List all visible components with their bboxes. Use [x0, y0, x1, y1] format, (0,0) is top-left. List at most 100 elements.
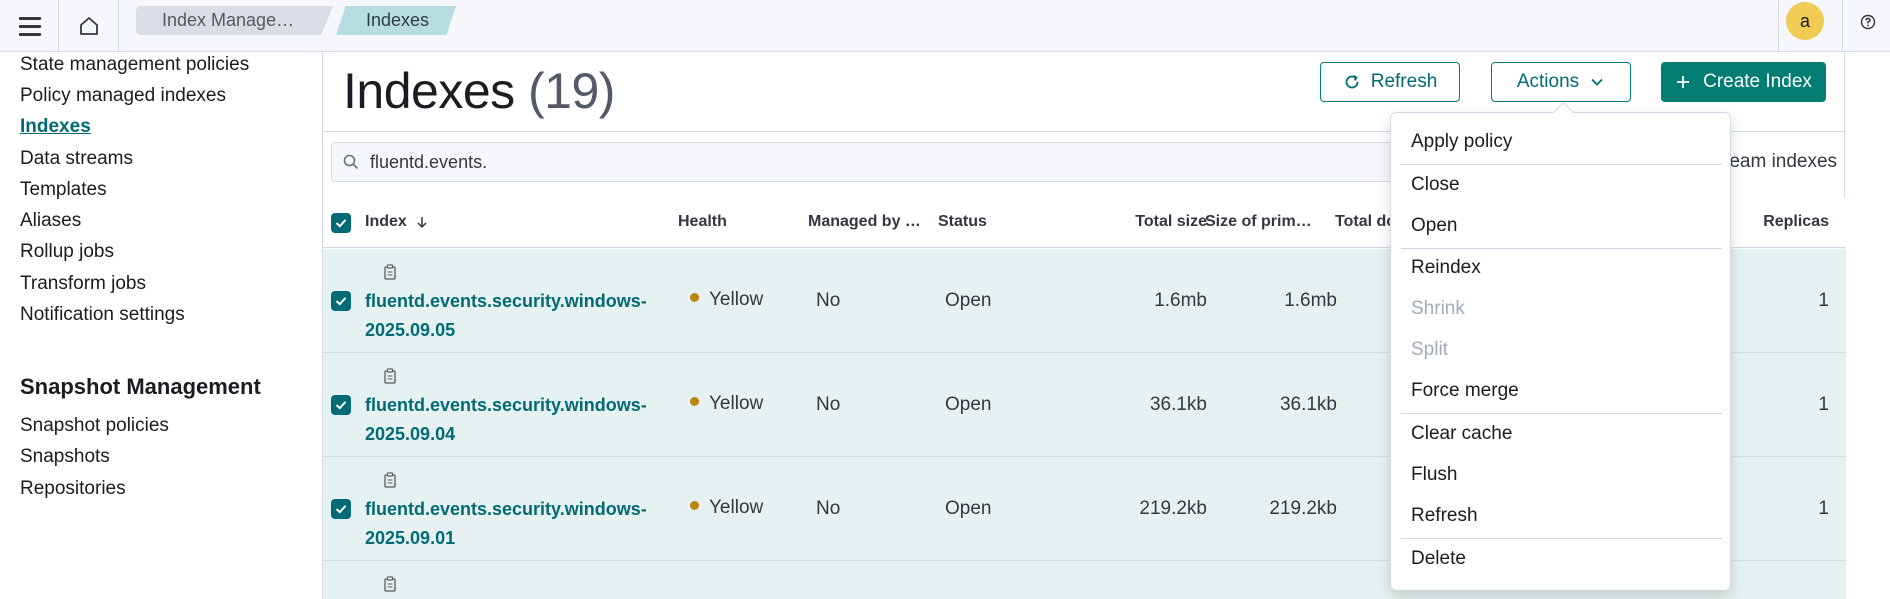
sidebar-item-indexes[interactable]: Indexes [20, 116, 91, 138]
refresh-button[interactable]: Refresh [1320, 62, 1460, 102]
menu-divider [1401, 248, 1722, 249]
primary-size-cell: 1.6mb [1284, 290, 1337, 311]
index-name-line: 2025.09.01 [365, 528, 456, 548]
help-icon[interactable] [1856, 10, 1880, 34]
health-dot-icon [690, 397, 699, 407]
copy-icon[interactable] [383, 576, 397, 592]
copy-icon[interactable] [383, 368, 397, 384]
row-checkbox[interactable] [331, 499, 351, 519]
sidebar-item-aliases[interactable]: Aliases [20, 210, 81, 232]
menu-item-apply-policy[interactable]: Apply policy [1411, 131, 1512, 153]
menu-item-shrink: Shrink [1411, 298, 1465, 319]
search-input[interactable]: fluentd.events. [331, 142, 1431, 182]
column-header-total-documents[interactable]: Total do [1335, 213, 1396, 231]
row-checkbox[interactable] [331, 291, 351, 311]
menu-item-split: Split [1411, 339, 1448, 360]
health-cell: Yellow [690, 497, 763, 519]
check-icon [335, 219, 347, 228]
status-cell: Open [945, 394, 992, 415]
sidebar-item-transform-jobs[interactable]: Transform jobs [20, 273, 146, 295]
replicas-cell: 1 [1818, 498, 1829, 519]
sidebar-item-state-management-policies[interactable]: State management policies [20, 54, 249, 76]
index-name-link[interactable]: fluentd.events.security.windows- 2025.09… [365, 495, 647, 553]
home-icon[interactable] [74, 8, 104, 44]
page-title: Indexes (19) [343, 62, 615, 120]
breadcrumb-indexes: Indexes [336, 6, 456, 35]
snapshot-management-heading: Snapshot Management [20, 374, 261, 399]
sidebar-item-templates[interactable]: Templates [20, 179, 107, 201]
create-index-button[interactable]: Create Index [1661, 62, 1826, 102]
refresh-icon [1345, 75, 1359, 89]
search-icon [343, 154, 359, 170]
top-header: Index Manage… Indexes a [0, 0, 1890, 52]
check-icon [335, 505, 347, 514]
health-value: Yellow [709, 289, 764, 310]
actions-button[interactable]: Actions [1491, 62, 1631, 102]
select-all-checkbox[interactable] [331, 213, 351, 233]
column-header-managed-by[interactable]: Managed by … [808, 213, 921, 231]
health-cell: Yellow [690, 393, 763, 415]
create-index-label: Create Index [1703, 71, 1812, 92]
column-header-size-of-primaries[interactable]: Size of prim… [1205, 213, 1312, 231]
menu-divider [1401, 538, 1722, 539]
refresh-label: Refresh [1370, 71, 1438, 92]
column-header-health[interactable]: Health [678, 213, 727, 231]
managed-cell: No [816, 498, 841, 519]
check-icon [335, 297, 347, 306]
header-divider [118, 0, 119, 52]
status-cell: Open [945, 498, 992, 519]
index-name-line: fluentd.events.security.windows- [365, 291, 647, 311]
sidebar-item-rollup-jobs[interactable]: Rollup jobs [20, 241, 114, 263]
sidebar: State management policies Policy managed… [0, 52, 322, 599]
column-header-total-size[interactable]: Total size [1063, 213, 1207, 231]
header-divider [1778, 0, 1779, 52]
sidebar-item-snapshot-policies[interactable]: Snapshot policies [20, 415, 169, 437]
search-value: fluentd.events. [370, 152, 488, 172]
sidebar-item-notification-settings[interactable]: Notification settings [20, 304, 185, 326]
primary-size-cell: 219.2kb [1269, 498, 1337, 519]
row-checkbox[interactable] [331, 395, 351, 415]
menu-item-close[interactable]: Close [1411, 174, 1460, 196]
menu-item-refresh[interactable]: Refresh [1411, 505, 1478, 527]
copy-icon[interactable] [383, 472, 397, 488]
copy-icon[interactable] [383, 264, 397, 280]
index-name-line: 2025.09.05 [365, 320, 456, 340]
health-dot-icon [690, 501, 699, 511]
plus-icon [1677, 76, 1690, 88]
menu-icon[interactable] [12, 8, 48, 44]
sidebar-item-repositories[interactable]: Repositories [20, 478, 126, 500]
column-header-index[interactable]: Index [365, 213, 429, 231]
menu-item-open[interactable]: Open [1411, 215, 1457, 237]
actions-label: Actions [1516, 71, 1580, 92]
replicas-cell: 1 [1818, 290, 1829, 311]
menu-item-reindex[interactable]: Reindex [1411, 257, 1481, 279]
menu-item-force-merge[interactable]: Force merge [1411, 380, 1519, 402]
sidebar-item-snapshots[interactable]: Snapshots [20, 446, 110, 468]
menu-divider [1401, 164, 1722, 165]
health-value: Yellow [709, 497, 764, 518]
replicas-cell: 1 [1818, 394, 1829, 415]
show-data-stream-indexes-toggle[interactable]: ream indexes [1723, 151, 1837, 173]
managed-cell: No [816, 290, 841, 311]
health-value: Yellow [709, 393, 764, 414]
health-cell: Yellow [690, 289, 763, 311]
avatar[interactable]: a [1786, 2, 1824, 40]
header-divider [58, 0, 59, 52]
menu-item-flush[interactable]: Flush [1411, 464, 1457, 486]
menu-divider [1401, 413, 1722, 414]
index-name-link[interactable]: fluentd.events.security.windows- 2025.09… [365, 391, 647, 449]
health-dot-icon [690, 293, 699, 303]
total-size-cell: 1.6mb [1154, 290, 1207, 311]
total-size-cell: 219.2kb [1139, 498, 1207, 519]
menu-item-clear-cache[interactable]: Clear cache [1411, 423, 1512, 445]
header-divider [1842, 0, 1843, 52]
sidebar-item-data-streams[interactable]: Data streams [20, 148, 133, 170]
menu-item-delete[interactable]: Delete [1411, 548, 1466, 570]
total-size-cell: 36.1kb [1149, 394, 1207, 415]
breadcrumb-index-management[interactable]: Index Manage… [136, 6, 333, 35]
index-name-link[interactable]: fluentd.events.security.windows- 2025.09… [365, 287, 647, 345]
column-header-status[interactable]: Status [938, 213, 987, 231]
column-header-replicas[interactable]: Replicas [1723, 213, 1829, 231]
sidebar-item-policy-managed-indexes[interactable]: Policy managed indexes [20, 85, 226, 107]
actions-menu: Apply policy Close Open Reindex Shrink S… [1390, 112, 1731, 591]
